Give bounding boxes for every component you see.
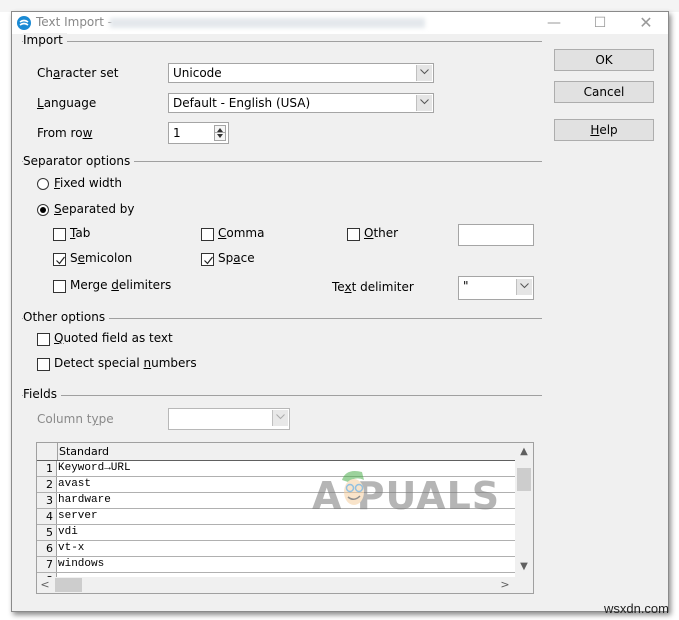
column-type-select[interactable] — [168, 408, 290, 430]
cell-value: hardware — [58, 494, 111, 506]
row-number: 4 — [37, 509, 57, 524]
horizontal-scrollbar[interactable]: < > — [37, 577, 515, 593]
row-number: 6 — [37, 541, 57, 556]
table-row[interactable]: 2 avast — [37, 477, 515, 493]
merge-delimiters-label[interactable]: Merge delimiters — [70, 278, 171, 292]
table-row[interactable]: 3 hardware — [37, 493, 515, 509]
scroll-right-icon[interactable]: > — [497, 577, 513, 593]
language-select[interactable]: Default - English (USA) — [168, 93, 434, 113]
help-label: elp — [599, 123, 618, 137]
help-mnemonic: H — [590, 123, 600, 137]
cell-value: vt-x — [58, 542, 85, 554]
row-number: 5 — [37, 525, 57, 540]
grid-header: Standard — [37, 443, 515, 461]
minimize-button[interactable]: — — [531, 12, 577, 34]
quoted-field-checkbox[interactable] — [37, 333, 50, 346]
separated-by-radio[interactable] — [37, 204, 49, 216]
other-options-group-label: Other options — [23, 310, 110, 324]
other-separator-input[interactable] — [458, 224, 534, 246]
semicolon-label[interactable]: Semicolon — [70, 251, 132, 265]
scroll-down-icon[interactable]: ▼ — [515, 561, 533, 577]
help-button[interactable]: Help — [554, 119, 654, 141]
spin-down-icon[interactable] — [217, 134, 223, 138]
detect-special-numbers-checkbox[interactable] — [37, 358, 50, 371]
semicolon-checkbox[interactable] — [53, 253, 66, 266]
text-delimiter-value: " — [463, 279, 469, 293]
checkmark-icon — [56, 256, 65, 265]
chevron-down-icon[interactable] — [516, 279, 532, 295]
row-number: 3 — [37, 493, 57, 508]
cell-value: windows — [58, 558, 105, 570]
horizontal-scroll-thumb[interactable] — [55, 578, 82, 592]
chevron-down-icon[interactable] — [272, 410, 288, 426]
import-group-label: Import — [23, 33, 67, 47]
from-row-value: 1 — [173, 126, 181, 140]
separator-group-label: Separator options — [23, 154, 135, 168]
space-label[interactable]: Space — [218, 251, 255, 265]
scroll-left-icon[interactable]: < — [37, 577, 53, 593]
window-title: Text Import - — [36, 15, 113, 29]
grid-body: 1 Keyword→URL 2 avast 3 hardware 4 server 5v… — [37, 461, 515, 577]
text-delimiter-select[interactable]: " — [458, 276, 534, 300]
chevron-down-icon[interactable] — [416, 95, 432, 111]
checkmark-icon — [204, 256, 213, 265]
row-number: 2 — [37, 477, 57, 492]
fields-group-label: Fields — [23, 387, 61, 401]
text-delimiter-label: Text delimiter — [332, 280, 414, 294]
comma-checkbox[interactable] — [201, 228, 214, 241]
quoted-field-label[interactable]: Quoted field as text — [54, 331, 173, 345]
fixed-width-radio[interactable] — [37, 178, 49, 190]
from-row-spinner[interactable]: 1 — [168, 122, 229, 144]
close-button[interactable]: ✕ — [623, 12, 669, 34]
vertical-scrollbar[interactable]: ▲ ▼ — [515, 443, 533, 577]
spinner-buttons[interactable] — [214, 125, 226, 141]
table-row[interactable]: 5 vdi — [37, 525, 515, 541]
cancel-button[interactable]: Cancel — [554, 81, 654, 103]
cell-value: Keyword→URL — [58, 462, 131, 474]
merge-delimiters-checkbox[interactable] — [53, 280, 66, 293]
character-set-value: Unicode — [173, 66, 222, 80]
from-row-label: From row — [37, 126, 93, 140]
text-import-dialog: Text Import - — ☐ ✕ OK Cancel Help Impor… — [11, 11, 669, 612]
cell-value: server — [58, 510, 98, 522]
row-number: 7 — [37, 557, 57, 572]
table-row[interactable]: 1 Keyword→URL — [37, 461, 515, 477]
column-header-standard[interactable]: Standard — [59, 445, 109, 458]
character-set-select[interactable]: Unicode — [168, 63, 434, 83]
chevron-down-icon[interactable] — [416, 65, 432, 81]
fixed-width-label[interactable]: Fixed width — [54, 176, 122, 190]
table-row[interactable]: 6 vt-x — [37, 541, 515, 557]
preview-grid[interactable]: Standard 1 Keyword→URL 2 avast 3 hardware 4… — [36, 442, 534, 594]
maximize-button[interactable]: ☐ — [577, 12, 623, 34]
row-number: 1 — [37, 461, 57, 476]
language-value: Default - English (USA) — [173, 96, 311, 110]
space-checkbox[interactable] — [201, 253, 214, 266]
other-label[interactable]: Other — [364, 226, 398, 240]
character-set-label: Character set — [37, 66, 119, 80]
tab-checkbox[interactable] — [53, 228, 66, 241]
blurred-filename — [110, 18, 425, 28]
detect-special-numbers-label[interactable]: Detect special numbers — [54, 356, 197, 370]
vertical-scroll-thumb[interactable] — [517, 468, 531, 491]
column-type-label: Column type — [37, 412, 114, 426]
app-logo-icon — [17, 16, 31, 30]
other-checkbox[interactable] — [347, 228, 360, 241]
fields-group-line — [22, 395, 542, 396]
separated-by-label[interactable]: Separated by — [54, 202, 135, 216]
site-watermark: wsxdn.com — [603, 601, 669, 616]
scroll-up-icon[interactable]: ▲ — [515, 446, 533, 462]
table-row[interactable]: 7 windows — [37, 557, 515, 573]
import-group-line — [22, 41, 542, 42]
radio-selected-dot — [40, 207, 46, 213]
ok-button[interactable]: OK — [554, 49, 654, 71]
cell-value: vdi — [58, 526, 78, 538]
cell-value: avast — [58, 478, 92, 490]
title-bar: Text Import - — ☐ ✕ — [12, 12, 668, 34]
tab-label[interactable]: Tab — [70, 226, 90, 240]
table-row[interactable]: 4 server — [37, 509, 515, 525]
language-label: Language — [37, 96, 97, 110]
comma-label[interactable]: Comma — [218, 226, 264, 240]
